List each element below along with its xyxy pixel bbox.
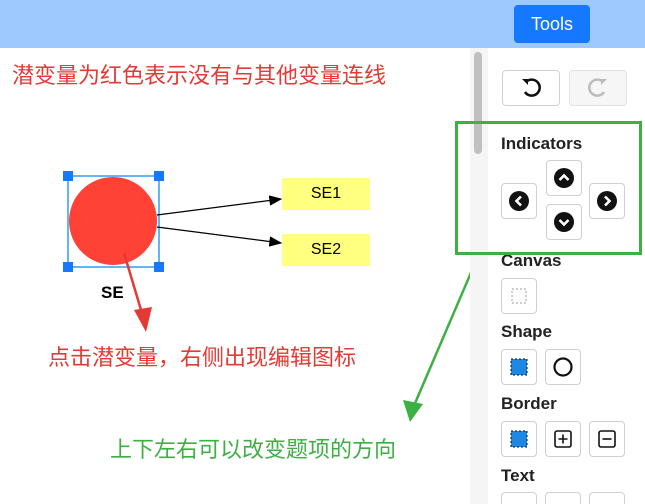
annotation-arrowhead	[134, 307, 152, 332]
border-decrease-button[interactable]	[589, 421, 625, 457]
border-increase-button[interactable]	[545, 421, 581, 457]
section-title-text: Text	[501, 466, 535, 485]
redo-icon	[588, 78, 607, 97]
latent-variable-circle[interactable]	[69, 177, 157, 265]
shape-circle-button[interactable]	[545, 349, 581, 385]
shape-square-button[interactable]	[501, 349, 537, 385]
square-border-icon	[510, 430, 528, 448]
text-decrease-button[interactable]	[589, 492, 625, 504]
section-title-shape: Shape	[501, 322, 553, 341]
dashed-square-icon	[511, 288, 527, 304]
tools-panel: Indicators Canvas Shape Border Text	[488, 48, 645, 504]
annotation-top: 潜变量为红色表示没有与其他变量连线	[12, 64, 387, 89]
tools-button[interactable]: Tools	[514, 5, 590, 43]
annotation-arrowhead	[403, 400, 423, 422]
selection-handle[interactable]	[154, 171, 164, 181]
circle-shape-icon	[553, 357, 573, 377]
indicators-highlight-box	[455, 121, 642, 255]
annotation-bottom: 上下左右可以改变题项的方向	[110, 438, 397, 463]
text-increase-button[interactable]	[545, 492, 581, 504]
text-style-button[interactable]	[501, 492, 537, 504]
selection-handle[interactable]	[63, 171, 73, 181]
border-style-button[interactable]	[501, 421, 537, 457]
plus-square-icon	[554, 430, 572, 448]
canvas-select-button[interactable]	[501, 278, 537, 314]
latent-variable-label: SE	[101, 283, 124, 302]
section-title-border: Border	[501, 394, 557, 413]
path-arrow	[156, 195, 283, 216]
undo-icon	[522, 78, 541, 97]
minus-square-icon	[598, 430, 616, 448]
redo-button[interactable]	[569, 70, 627, 106]
indicator-node-se1[interactable]: SE1	[282, 178, 370, 210]
indicator-node-se2[interactable]: SE2	[282, 234, 370, 266]
path-arrow	[156, 226, 283, 247]
undo-button[interactable]	[502, 70, 560, 106]
annotation-middle: 点击潜变量，右侧出现编辑图标	[48, 346, 357, 371]
selection-handle[interactable]	[154, 262, 164, 272]
selection-handle[interactable]	[63, 262, 73, 272]
square-shape-icon	[510, 358, 528, 376]
annotation-arrow	[411, 271, 470, 409]
